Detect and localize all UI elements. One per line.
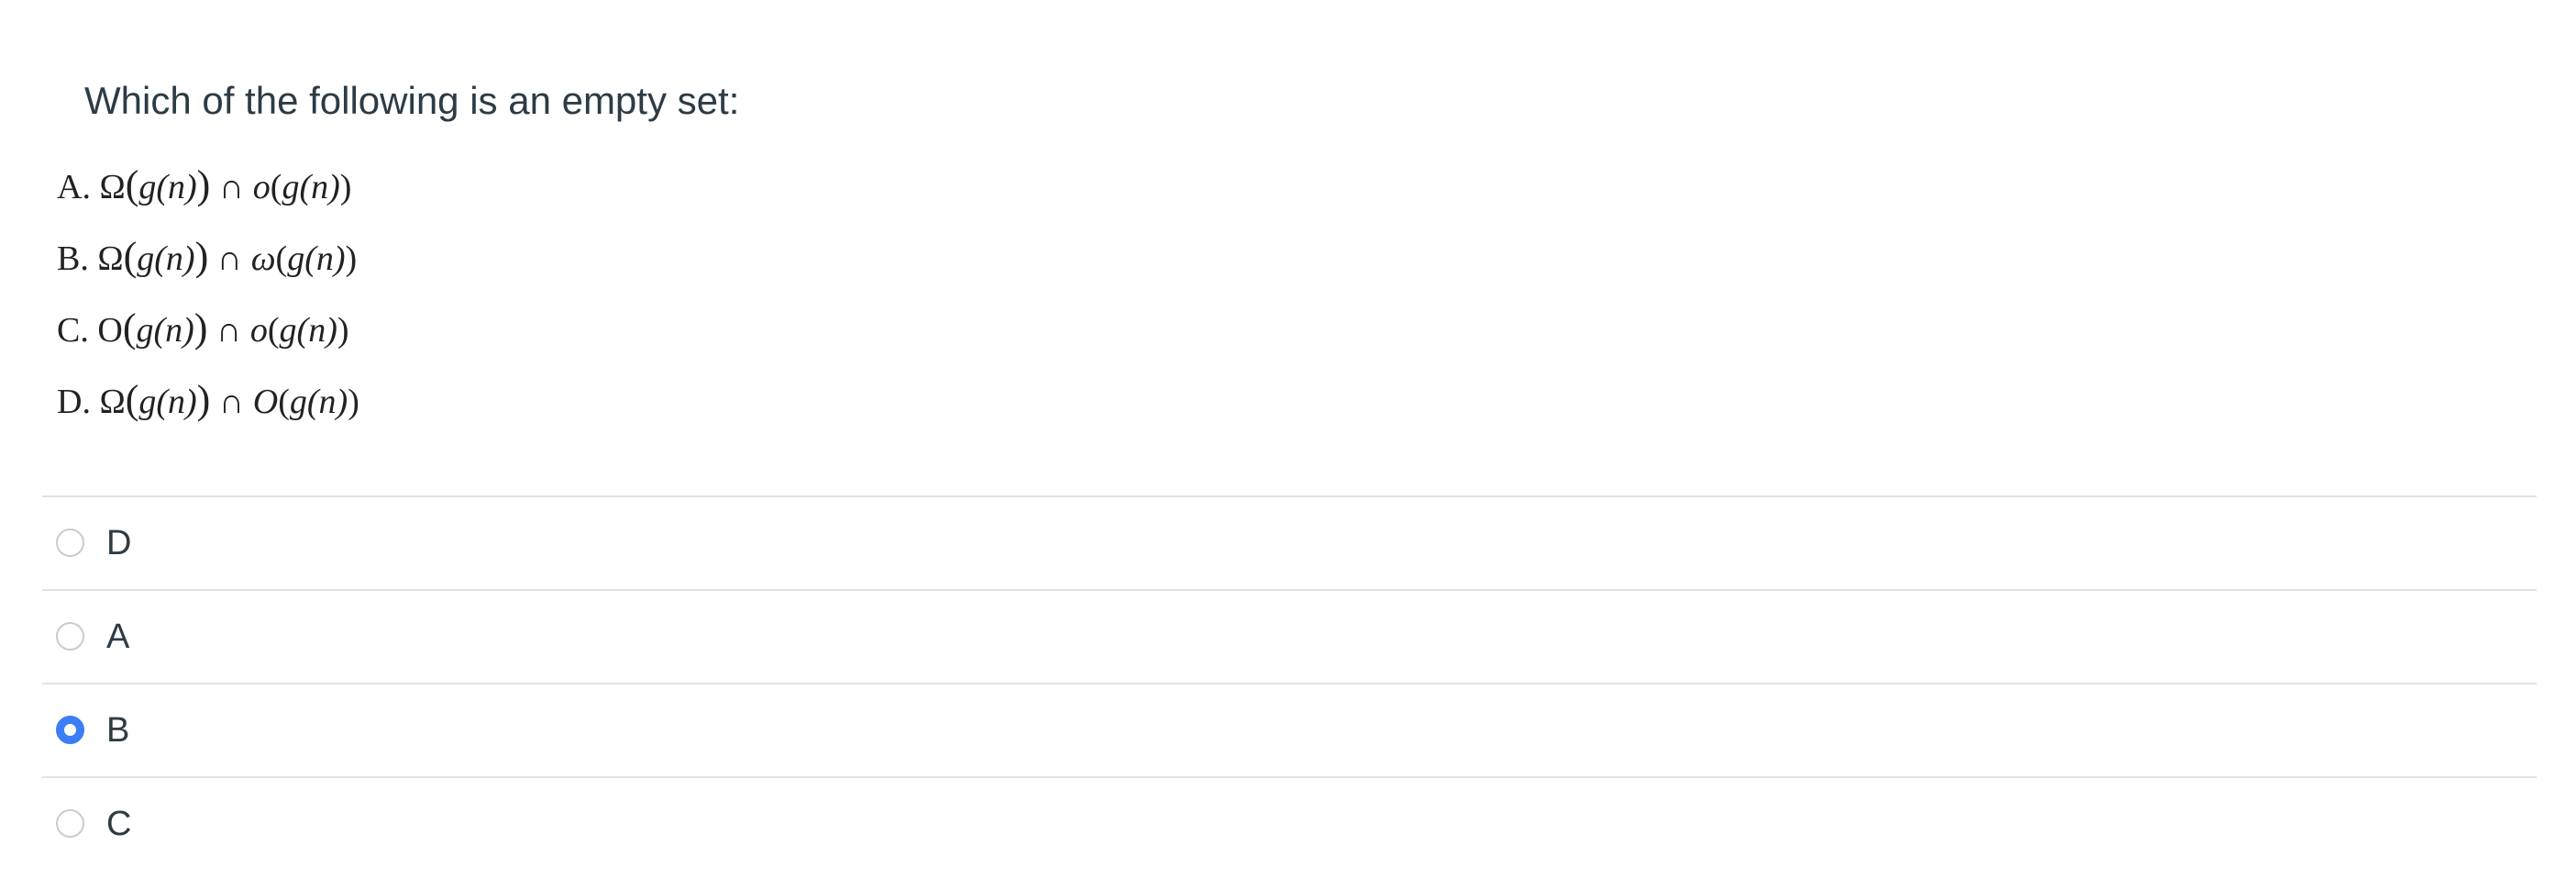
function-symbol: o bbox=[252, 168, 271, 206]
function-symbol: O bbox=[252, 383, 279, 421]
function-symbol: O bbox=[97, 311, 123, 350]
answer-option-d[interactable]: D bbox=[42, 495, 2537, 589]
question-text: Which of the following is an empty set: bbox=[84, 79, 740, 122]
function-arg: g(n) bbox=[136, 311, 194, 350]
statement-label: C. bbox=[57, 311, 89, 350]
function-symbol: Ω bbox=[99, 383, 126, 421]
intersect-symbol: ∩ bbox=[216, 311, 242, 350]
statement-a: A. Ω(g(n)) ∩ o(g(n)) bbox=[57, 162, 352, 207]
radio-button-selected[interactable] bbox=[56, 716, 84, 744]
intersect-symbol: ∩ bbox=[216, 239, 243, 278]
statement-label: B. bbox=[57, 239, 89, 278]
answer-label[interactable]: D bbox=[106, 517, 131, 569]
function-arg: g(n) bbox=[138, 383, 197, 421]
radio-button[interactable] bbox=[56, 529, 84, 557]
function-arg: g(n) bbox=[282, 168, 340, 206]
radio-button[interactable] bbox=[56, 809, 84, 838]
answer-label[interactable]: B bbox=[106, 705, 129, 756]
statement-label: D. bbox=[57, 383, 91, 421]
statement-label: A. bbox=[57, 168, 91, 206]
function-arg: g(n) bbox=[289, 383, 348, 421]
function-symbol: Ω bbox=[97, 239, 124, 278]
function-symbol: ω bbox=[250, 239, 276, 278]
answer-list: D A B C bbox=[42, 495, 2537, 870]
intersect-symbol: ∩ bbox=[218, 168, 245, 206]
function-symbol: Ω bbox=[99, 168, 126, 206]
answer-option-c[interactable]: C bbox=[42, 776, 2537, 870]
function-arg: g(n) bbox=[137, 239, 195, 278]
function-symbol: o bbox=[249, 311, 268, 350]
function-arg: g(n) bbox=[138, 168, 197, 206]
radio-button[interactable] bbox=[56, 622, 84, 651]
intersect-symbol: ∩ bbox=[218, 383, 245, 421]
function-arg: g(n) bbox=[287, 239, 346, 278]
statement-d: D. Ω(g(n)) ∩ O(g(n)) bbox=[57, 377, 359, 422]
answer-option-a[interactable]: A bbox=[42, 589, 2537, 683]
answer-label[interactable]: A bbox=[106, 611, 129, 662]
function-arg: g(n) bbox=[279, 311, 337, 350]
statement-c: C. O(g(n)) ∩ o(g(n)) bbox=[57, 306, 349, 350]
statement-b: B. Ω(g(n)) ∩ ω(g(n)) bbox=[57, 234, 358, 279]
answer-label[interactable]: C bbox=[106, 798, 131, 850]
answer-option-b[interactable]: B bbox=[42, 683, 2537, 776]
